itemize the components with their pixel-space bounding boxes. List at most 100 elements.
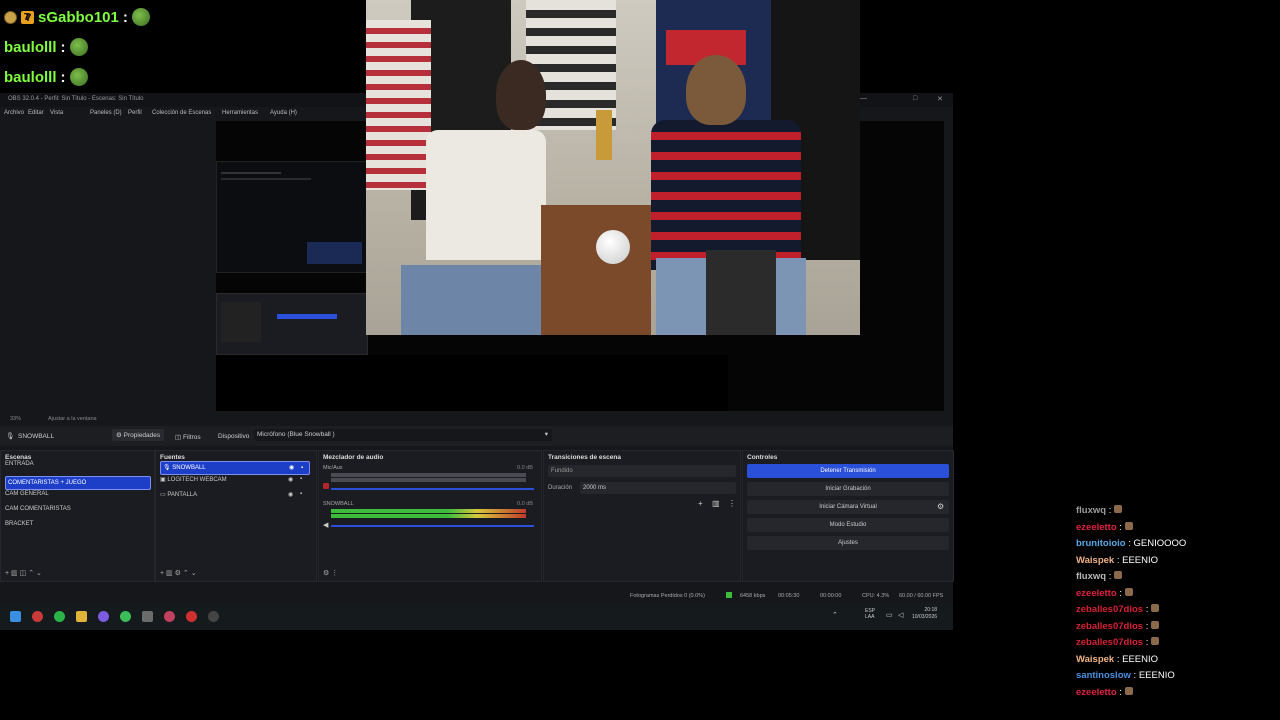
discord-icon[interactable] — [98, 611, 109, 622]
chat-username[interactable]: fluxwq — [1076, 505, 1106, 516]
studio-mode-button[interactable]: Modo Estudio — [747, 518, 949, 532]
head-left — [496, 60, 546, 130]
browser-icon[interactable] — [32, 611, 43, 622]
chat-username[interactable]: baulolll — [4, 69, 57, 86]
head-right — [686, 55, 746, 125]
chevron-up-icon[interactable]: ⌃ — [183, 570, 189, 577]
chat-username[interactable]: zeballes07dios — [1076, 604, 1143, 615]
add-icon[interactable]: + — [5, 570, 9, 577]
volume-icon[interactable]: ◁ — [898, 611, 903, 619]
eye-icon[interactable]: ◉ — [288, 491, 293, 498]
trash-icon[interactable]: ▥ — [11, 570, 18, 577]
transitions-dock: Transiciones de escena Fundido Duración … — [543, 450, 741, 582]
menu-vista[interactable]: Vista — [50, 110, 63, 116]
lock-icon[interactable]: ▪ — [300, 476, 302, 482]
start-virtual-camera-button[interactable]: Iniciar Cámara Virtual — [747, 500, 949, 514]
folder-icon[interactable] — [76, 611, 87, 622]
clock[interactable]: 20:18 10/03/2026 — [912, 607, 937, 621]
add-icon[interactable]: + — [160, 570, 164, 577]
channel-2-volume-slider[interactable] — [331, 525, 534, 527]
speaker-icon[interactable]: ◀ — [323, 521, 328, 529]
lock-icon[interactable]: ▪ — [301, 462, 303, 474]
chat-username[interactable]: santinoslow — [1076, 670, 1131, 681]
properties-button[interactable]: ⚙ Propiedades — [112, 429, 165, 441]
menu-perfil[interactable]: Perfil — [128, 110, 142, 116]
language-indicator[interactable]: ESP LAA — [865, 608, 875, 620]
scene-item[interactable]: CAM GENERAL — [5, 491, 49, 497]
stop-streaming-button[interactable]: Detener Transmisión — [747, 464, 949, 478]
eye-icon[interactable]: ◉ — [288, 476, 293, 483]
scene-item[interactable]: COMENTARISTAS + JUEGO — [5, 476, 151, 490]
trash-icon[interactable]: ▥ — [712, 499, 720, 508]
muted-icon[interactable] — [323, 483, 329, 489]
chat-username[interactable]: ezeeletto — [1076, 588, 1117, 599]
settings-button[interactable]: Ajustes — [747, 536, 949, 550]
menu-paneles[interactable]: Paneles (D) — [90, 110, 122, 116]
source-item[interactable]: 🎙 SNOWBALL ◉ ▪ — [160, 461, 310, 475]
more-icon[interactable]: ⋮ — [728, 499, 736, 508]
chat-username[interactable]: Waispek — [1076, 654, 1114, 665]
adidas-bag — [706, 250, 776, 335]
network-icon[interactable]: ▭ — [886, 611, 893, 619]
channel-1-volume-slider[interactable] — [331, 488, 534, 490]
eye-icon[interactable]: ◉ — [289, 462, 294, 474]
pepe-emote-icon — [131, 8, 150, 26]
pepe-emote-icon — [69, 68, 88, 86]
menu-archivo[interactable]: Archivo — [4, 110, 24, 116]
chat-username[interactable]: ezeeletto — [1076, 687, 1117, 698]
source-item[interactable]: ▣ LOGITECH WEBCAM ◉ ▪ — [160, 476, 306, 483]
mic-icon: 🎙 — [6, 433, 15, 440]
whatsapp-icon[interactable] — [120, 611, 131, 622]
zoom-label[interactable]: 33% — [10, 416, 21, 422]
gear-icon[interactable]: ⚙ — [323, 570, 329, 577]
menu-editar[interactable]: Editar — [28, 110, 44, 116]
chat-username[interactable]: zeballes07dios — [1076, 621, 1143, 632]
menu-ayuda[interactable]: Ayuda (H) — [270, 110, 297, 116]
filter-icon[interactable]: ◫ — [20, 570, 27, 577]
filters-button[interactable]: ◫ Filtros — [175, 433, 201, 441]
sources-title: Fuentes — [160, 454, 185, 461]
source-item[interactable]: ▭ PANTALLA ◉ ▪ — [160, 491, 306, 498]
scene-item[interactable]: ENTRADA — [5, 461, 34, 467]
duration-input[interactable]: 2000 ms — [580, 482, 736, 494]
chat-username[interactable]: fluxwq — [1076, 571, 1106, 582]
menu-herramientas[interactable]: Herramientas — [222, 110, 258, 116]
pepe-emote-icon — [69, 38, 88, 56]
chevron-up-icon[interactable]: ⌃ — [832, 611, 838, 619]
scene-item[interactable]: CAM COMENTARISTAS — [5, 506, 71, 512]
lock-icon[interactable]: ▪ — [300, 491, 302, 497]
chevron-down-icon[interactable]: ⌄ — [36, 570, 42, 577]
obs-icon[interactable] — [186, 611, 197, 622]
minimize-button[interactable]: — — [860, 95, 867, 102]
spotify-icon[interactable] — [54, 611, 65, 622]
add-icon[interactable]: + — [698, 499, 703, 508]
menu-coleccion-escenas[interactable]: Colección de Escenas — [152, 110, 211, 116]
chat-emote-icon — [1124, 686, 1133, 695]
trash-icon[interactable]: ▥ — [166, 570, 173, 577]
chat-separator: : — [122, 8, 128, 26]
maximize-button[interactable]: □ — [913, 95, 917, 102]
device-select[interactable]: Micrófono (Blue Snowball ) ▾ — [254, 429, 552, 441]
chat-username[interactable]: baulolll — [4, 39, 57, 56]
start-recording-button[interactable]: Iniciar Grabación — [747, 482, 949, 496]
transition-select[interactable]: Fundido — [548, 465, 736, 477]
gear-icon[interactable]: ⚙ — [175, 570, 181, 577]
chat-username[interactable]: sGabbo101 — [38, 9, 119, 26]
chevron-down-icon[interactable]: ⌄ — [191, 570, 197, 577]
chat-username[interactable]: Waispek — [1076, 555, 1114, 566]
windows-start-icon[interactable] — [10, 611, 21, 622]
app-icon[interactable] — [142, 611, 153, 622]
chat-username[interactable]: zeballes07dios — [1076, 637, 1143, 648]
chat-username[interactable]: brunitoioio — [1076, 538, 1126, 549]
scene-item[interactable]: BRACKET — [5, 521, 33, 527]
chevron-up-icon[interactable]: ⌃ — [28, 570, 34, 577]
game-icon[interactable] — [164, 611, 175, 622]
gear-icon[interactable]: ⚙ — [937, 502, 944, 511]
chat-username[interactable]: ezeeletto — [1076, 522, 1117, 533]
fit-to-window-label[interactable]: Ajustar a la ventana — [48, 416, 97, 422]
signal-icon — [726, 592, 732, 598]
more-icon[interactable]: ⋮ — [331, 570, 338, 577]
record-time: 00:00:00 — [820, 593, 842, 599]
close-button[interactable]: ✕ — [937, 95, 943, 103]
capcut-icon[interactable] — [208, 611, 219, 622]
